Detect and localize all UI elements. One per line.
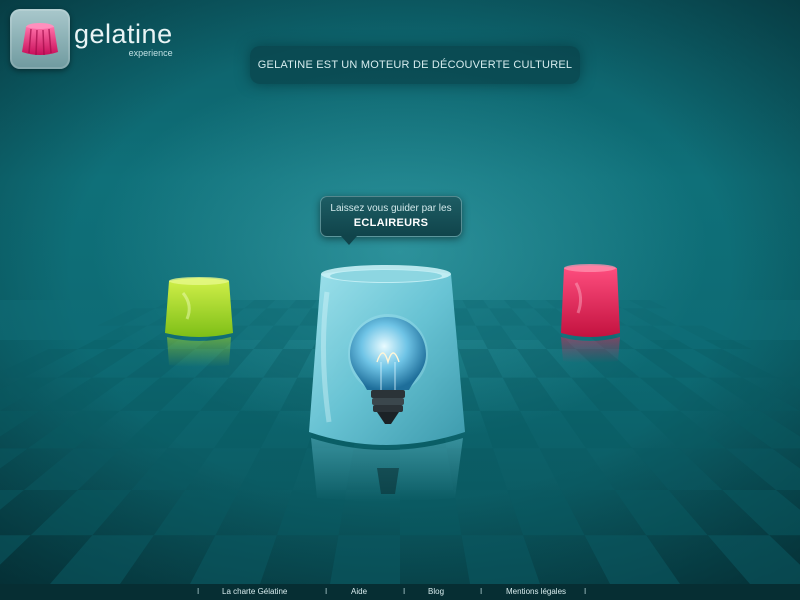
footer-link-mentions[interactable]: Mentions légales: [506, 587, 566, 596]
tooltip-title: ECLAIREURS: [353, 217, 429, 229]
logo-subtitle: experience: [128, 47, 173, 58]
footer-separator: I: [584, 587, 587, 596]
footer-separator: I: [197, 587, 200, 596]
red-jelly[interactable]: [558, 263, 623, 363]
footer-link-charte[interactable]: La charte Gélatine: [222, 587, 287, 596]
logo[interactable]: gelatine experience: [10, 8, 175, 70]
eclaireurs-tooltip[interactable]: Laissez vous guider par les ECLAIREURS: [320, 196, 462, 245]
footer-link-blog[interactable]: Blog: [428, 587, 444, 596]
footer-separator: I: [325, 587, 328, 596]
footer: I La charte Gélatine I Aide I Blog I Men…: [0, 584, 800, 600]
footer-separator: I: [403, 587, 406, 596]
tagline-banner: GELATINE EST UN MOTEUR DE DÉCOUVERTE CUL…: [250, 46, 580, 84]
footer-separator: I: [480, 587, 483, 596]
green-jelly[interactable]: [163, 275, 235, 367]
blue-jelly-lightbulb[interactable]: [305, 262, 467, 501]
logo-name: gelatine: [74, 18, 173, 49]
jelly-mold-icon: [10, 9, 70, 69]
tooltip-text: Laissez vous guider par les: [330, 203, 452, 214]
footer-link-aide[interactable]: Aide: [351, 587, 367, 596]
